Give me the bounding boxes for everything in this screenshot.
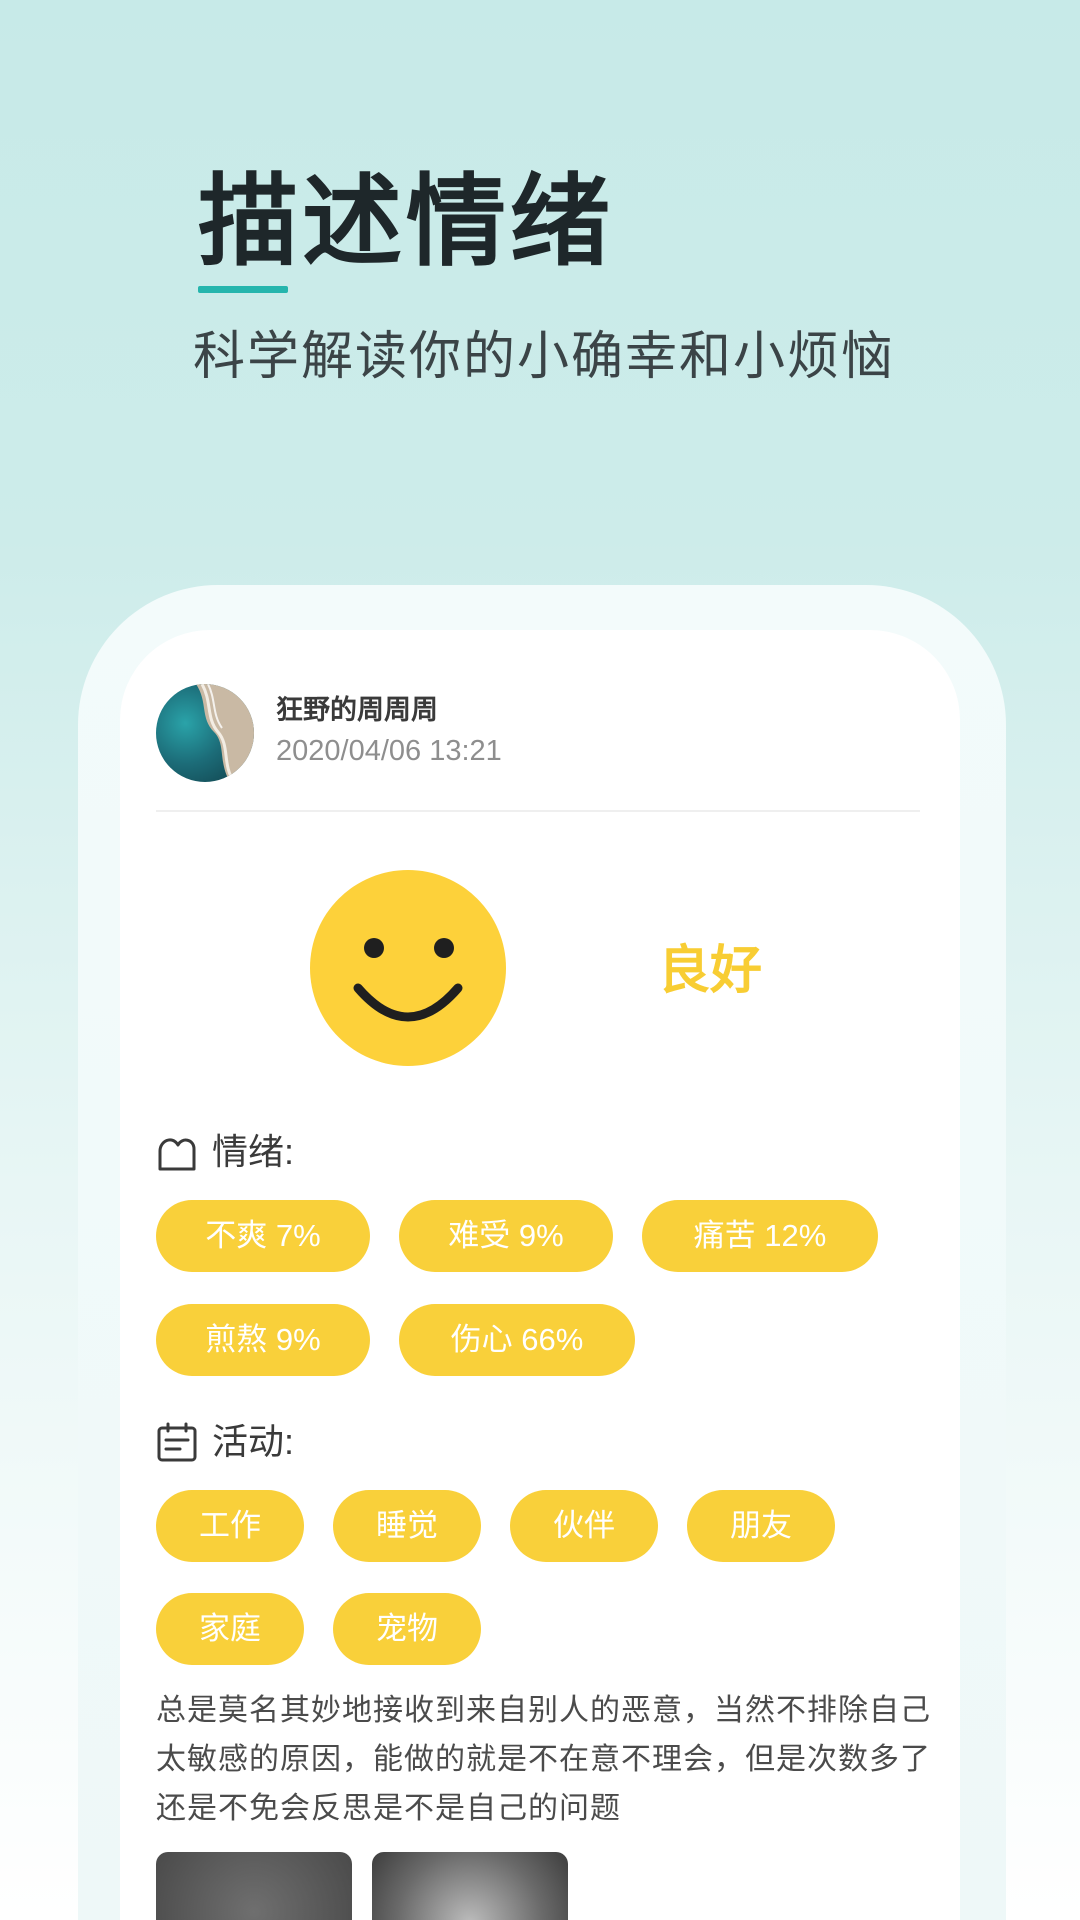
emotion-tag[interactable]: 伤心 66% bbox=[399, 1304, 635, 1376]
emotion-tag[interactable]: 煎熬 9% bbox=[156, 1304, 370, 1376]
photo-thumbnail[interactable] bbox=[156, 1852, 352, 1920]
calendar-icon bbox=[157, 1422, 197, 1462]
activity-tag[interactable]: 宠物 bbox=[333, 1593, 481, 1665]
emotion-tag[interactable]: 痛苦 12% bbox=[642, 1200, 878, 1272]
page-subtitle: 科学解读你的小确幸和小烦恼 bbox=[193, 328, 896, 386]
post-body-text: 总是莫名其妙地接收到来自别人的恶意，当然不排除自己太敏感的原因，能做的就是不在意… bbox=[156, 1694, 931, 1825]
emotion-tag[interactable]: 难受 9% bbox=[399, 1200, 613, 1272]
username[interactable]: 狂野的周周周 bbox=[276, 692, 438, 728]
title-underline bbox=[198, 286, 288, 293]
activity-tag[interactable]: 家庭 bbox=[156, 1593, 304, 1665]
user-avatar[interactable] bbox=[156, 684, 254, 782]
smiley-face-icon bbox=[310, 870, 506, 1066]
activity-tag[interactable]: 工作 bbox=[156, 1490, 304, 1562]
photo-thumbnail[interactable] bbox=[372, 1852, 568, 1920]
emotions-header: 情绪: bbox=[156, 1130, 294, 1174]
promo-page: 描述情绪 科学解读你的小确幸和小烦恼 狂野的周周周 2020/04/06 13:… bbox=[0, 0, 1080, 1920]
activity-tag[interactable]: 伙伴 bbox=[510, 1490, 658, 1562]
mood-label: 良好 bbox=[658, 942, 763, 1000]
post-timestamp: 2020/04/06 13:21 bbox=[276, 735, 502, 767]
activities-label: 活动: bbox=[212, 1421, 295, 1462]
page-title: 描述情绪 bbox=[198, 166, 614, 278]
activities-header: 活动: bbox=[156, 1420, 294, 1464]
activity-tag[interactable]: 朋友 bbox=[687, 1490, 835, 1562]
activity-tag[interactable]: 睡觉 bbox=[333, 1490, 481, 1562]
header-divider bbox=[156, 810, 920, 812]
emotions-label: 情绪: bbox=[212, 1131, 295, 1172]
emotion-tag[interactable]: 不爽 7% bbox=[156, 1200, 370, 1272]
heart-outline-icon bbox=[158, 1138, 196, 1171]
moon-photo-icon bbox=[243, 1902, 256, 1920]
